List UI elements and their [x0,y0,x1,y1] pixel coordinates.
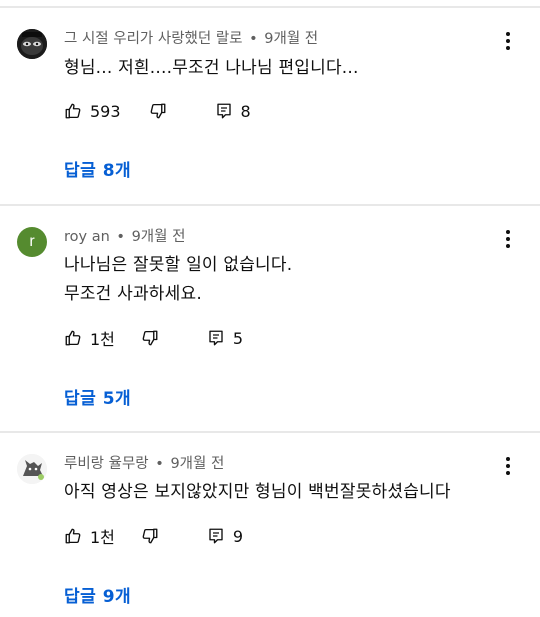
like-button[interactable]: 593 [64,102,121,121]
character-avatar-icon [17,454,47,484]
view-replies-button[interactable]: 답글 9개 [64,582,131,607]
more-options-button[interactable] [498,227,518,251]
comment-meta: roy an • 9개월 전 [64,227,540,247]
like-count: 1천 [90,528,115,547]
more-options-button[interactable] [498,29,518,53]
dislike-button[interactable] [141,527,159,545]
comment-line: 형님... 저흰....무조건 나나님 편입니다... [64,58,359,78]
like-count: 1천 [90,330,115,349]
reply-comment-icon [216,103,231,119]
comment-line: 나나님은 잘못할 일이 없습니다. [64,255,293,275]
author-name[interactable]: 루비랑 율무랑 [64,456,149,472]
comment-item: 그 시절 우리가 사랑했던 랄로 • 9개월 전 형님... 저흰....무조건… [0,29,540,199]
reply-button[interactable]: 5 [207,329,243,348]
meta-separator: • [249,31,258,47]
reply-button[interactable]: 8 [215,102,251,121]
dark-photo-avatar-icon [17,29,47,59]
thumbs-up-icon [65,528,81,544]
comment-time: 9개월 전 [170,456,225,472]
avatar[interactable] [17,454,47,484]
reply-count: 9 [232,526,244,546]
comment-time: 9개월 전 [131,229,186,245]
avatar[interactable] [17,29,47,59]
more-vertical-icon [506,457,510,475]
comment-meta: 그 시절 우리가 사랑했던 랄로 • 9개월 전 [64,29,540,49]
comment-text: 형님... 저흰....무조건 나나님 편입니다... [64,54,540,82]
like-button[interactable]: 1천 [64,326,115,350]
reply-comment-icon [209,528,223,544]
like-button[interactable]: 1천 [64,524,115,548]
thumbs-up-icon [65,103,81,119]
author-name[interactable]: roy an [64,229,110,245]
comment-meta: 루비랑 율무랑 • 9개월 전 [64,454,540,474]
thumbs-down-icon [150,103,165,119]
more-vertical-icon [506,32,510,50]
comment-actions: 1천 5 [64,325,243,351]
more-vertical-icon [506,230,510,248]
more-options-button[interactable] [498,454,518,478]
dislike-button[interactable] [141,329,159,347]
comment-actions: 1천 9 [64,523,243,549]
thumbs-down-icon [142,330,158,346]
meta-separator: • [116,229,125,245]
avatar[interactable]: r [17,227,47,257]
author-name[interactable]: 그 시절 우리가 사랑했던 랄로 [64,31,243,47]
comment-line: 아직 영상은 보지않았지만 형님이 백번잘못하셨습니다 [64,482,451,502]
comment-line: 무조건 사과하세요. [64,284,202,304]
meta-separator: • [155,456,164,472]
comment-item: 루비랑 율무랑 • 9개월 전 아직 영상은 보지않았지만 형님이 백번잘못하셨… [0,454,540,614]
like-count: 593 [90,101,121,121]
comment-item: r roy an • 9개월 전 나나님은 잘못할 일이 없습니다. 무조건 사… [0,227,540,427]
comment-divider [0,431,540,433]
avatar-letter: r [29,233,35,250]
thumbs-up-icon [65,330,81,346]
comment-actions: 593 8 [64,98,251,124]
comment-text: 아직 영상은 보지않았지만 형님이 백번잘못하셨습니다 [64,478,540,506]
reply-button[interactable]: 9 [207,527,243,546]
view-replies-button[interactable]: 답글 8개 [64,156,131,181]
reply-comment-icon [209,330,223,346]
comment-text: 나나님은 잘못할 일이 없습니다. 무조건 사과하세요. [64,251,540,308]
reply-count: 5 [232,328,244,348]
thumbs-down-icon [142,528,158,544]
dislike-button[interactable] [149,102,167,120]
comment-divider [0,204,540,206]
comment-time: 9개월 전 [264,31,319,47]
top-divider [0,6,540,8]
view-replies-button[interactable]: 답글 5개 [64,384,131,409]
reply-count: 8 [240,101,251,121]
